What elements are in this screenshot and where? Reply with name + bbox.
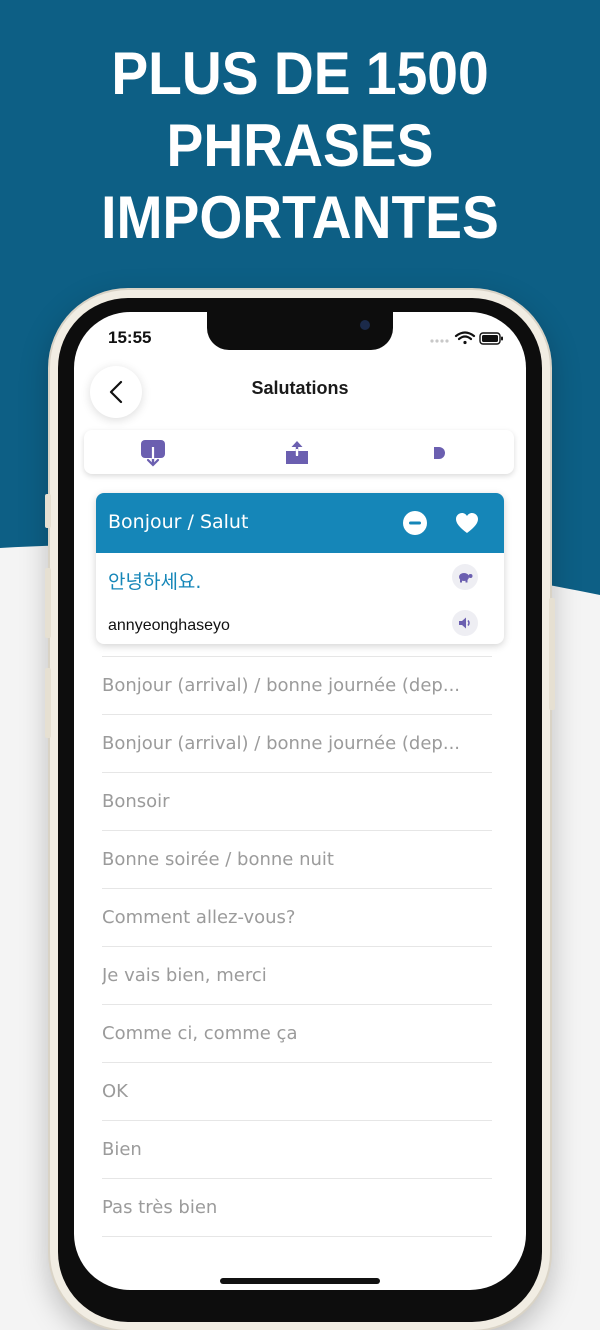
download-icon	[141, 440, 165, 467]
list-item[interactable]: OK	[102, 1062, 492, 1120]
battery-icon	[479, 332, 503, 345]
download-button[interactable]	[138, 438, 168, 468]
phrase-list: Bonjour (arrival) / bonne journée (dep..…	[102, 656, 492, 1290]
toolbar	[84, 430, 514, 474]
list-item[interactable]: Comme ci, comme ça	[102, 1004, 492, 1062]
phone-volume-down	[45, 668, 51, 738]
list-item[interactable]: Bien	[102, 1120, 492, 1178]
play-audio-button[interactable]	[452, 610, 478, 636]
headline-line-1: PLUS DE 1500	[111, 40, 489, 107]
promo-headline: PLUS DE 1500 PHRASES IMPORTANTES	[24, 38, 576, 254]
favorite-button[interactable]	[454, 510, 480, 536]
heart-icon	[456, 513, 478, 533]
phrase-romanization: annyeonghaseyo	[108, 617, 230, 634]
wifi-icon	[454, 331, 476, 345]
play-icon	[434, 447, 445, 459]
phrase-card-header[interactable]: Bonjour / Salut	[96, 493, 504, 553]
remove-button[interactable]	[402, 510, 428, 536]
speaker-icon	[459, 617, 470, 629]
share-icon	[286, 441, 308, 464]
headline-line-2: PHRASES	[166, 112, 434, 179]
status-time: 15:55	[108, 328, 152, 347]
list-item[interactable]: Bonjour (arrival) / bonne journée (dep..…	[102, 714, 492, 772]
slow-play-button[interactable]	[452, 564, 478, 590]
list-item[interactable]: Bonne soirée / bonne nuit	[102, 830, 492, 888]
phone-screen: 15:55 Salutations Bonjour / Salut 안녕하세요.…	[74, 312, 526, 1290]
phone-power-button	[549, 598, 555, 710]
list-item[interactable]: Je vais bien, merci	[102, 946, 492, 1004]
status-icons	[430, 330, 504, 350]
phone-volume-up	[45, 568, 51, 638]
remove-icon	[403, 511, 427, 535]
list-item[interactable]: Comment allez-vous?	[102, 888, 492, 946]
signal-icon	[430, 339, 449, 343]
notch	[207, 312, 393, 350]
list-item[interactable]: Bonjour (arrival) / bonne journée (dep..…	[102, 656, 492, 714]
selected-phrase-card[interactable]: Bonjour / Salut 안녕하세요. annyeonghaseyo	[96, 493, 504, 644]
page-title: Salutations	[251, 378, 349, 398]
headline-line-3: IMPORTANTES	[101, 184, 499, 251]
play-all-button[interactable]	[424, 438, 454, 468]
camera-icon	[360, 320, 370, 330]
phrase-translation: 안녕하세요.	[108, 571, 202, 593]
list-item[interactable]: Bonsoir	[102, 772, 492, 830]
turtle-icon	[459, 573, 473, 583]
list-item[interactable]: Pas très bien	[102, 1178, 492, 1236]
home-indicator	[220, 1278, 380, 1284]
share-button[interactable]	[282, 438, 312, 468]
phone-side-button	[45, 494, 51, 528]
phrase-label: Bonjour / Salut	[108, 511, 249, 533]
